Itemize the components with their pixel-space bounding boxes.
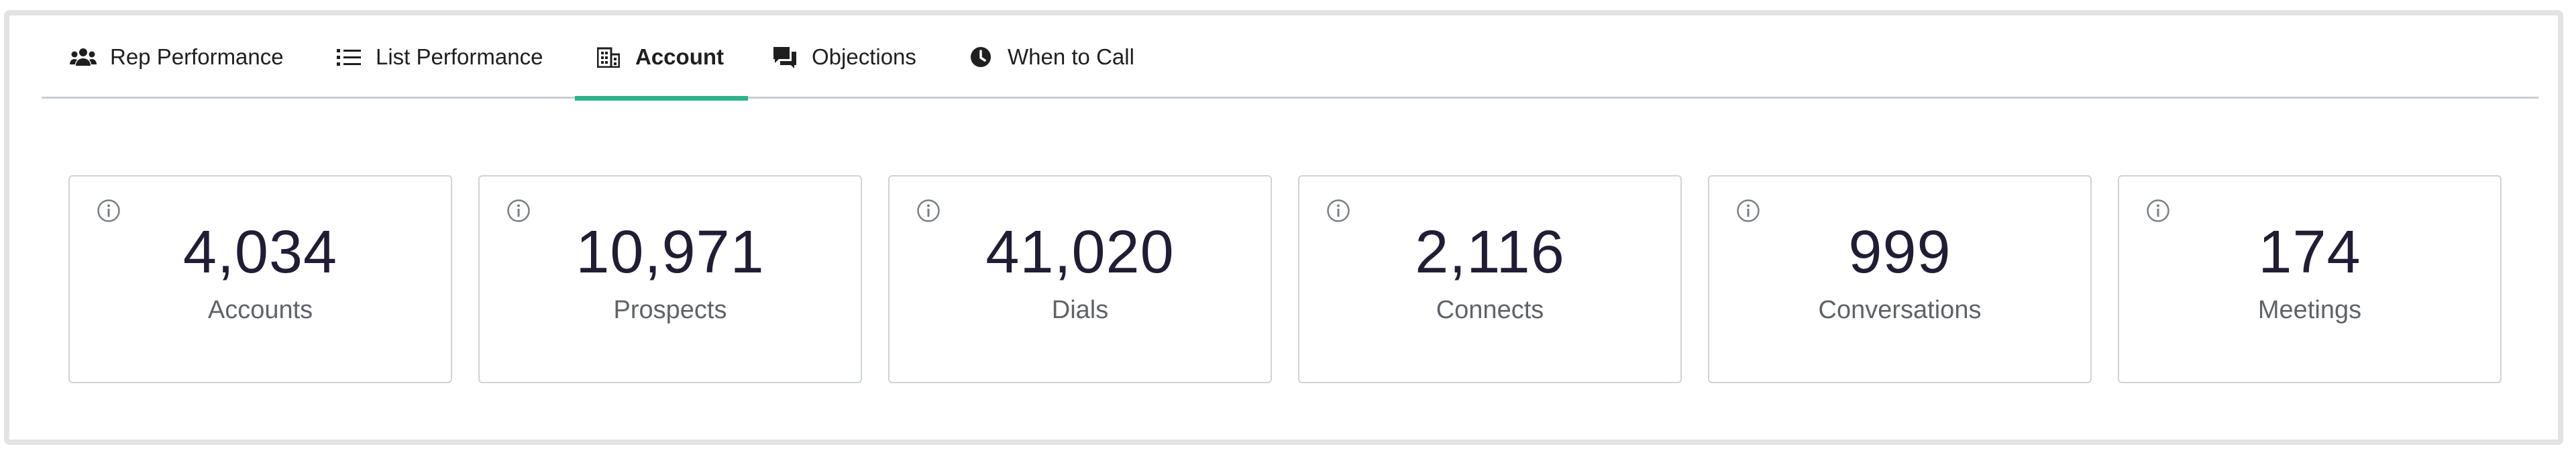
stat-value: 174 <box>2258 219 2361 286</box>
dashboard-panel: Rep Performance List Performance Account… <box>4 10 2563 445</box>
stat-value: 2,116 <box>1415 219 1565 286</box>
stat-label: Prospects <box>613 296 727 324</box>
chat-icon <box>771 44 798 70</box>
list-icon <box>335 44 362 70</box>
stat-value: 10,971 <box>576 219 765 286</box>
stat-value: 41,020 <box>985 219 1175 286</box>
tab-account[interactable]: Account <box>575 15 748 101</box>
clock-icon <box>967 44 994 70</box>
stat-card-meetings: 174 Meetings <box>2118 175 2502 383</box>
tab-when-to-call[interactable]: When to Call <box>967 15 1134 99</box>
stat-card-dials: 41,020 Dials <box>888 175 1272 383</box>
stat-label: Dials <box>1051 296 1109 324</box>
tab-label: List Performance <box>376 44 543 69</box>
tab-label: When to Call <box>1008 44 1134 69</box>
users-icon <box>70 44 97 70</box>
stat-label: Accounts <box>207 296 313 324</box>
tab-label: Objections <box>812 44 916 69</box>
stat-value: 999 <box>1848 219 1951 286</box>
tab-label: Rep Performance <box>110 44 284 69</box>
tab-list-performance[interactable]: List Performance <box>335 15 543 99</box>
stat-label: Meetings <box>2257 296 2362 324</box>
stat-label: Connects <box>1436 296 1544 324</box>
stat-card-conversations: 999 Conversations <box>1708 175 2092 383</box>
tab-rep-performance[interactable]: Rep Performance <box>70 15 284 99</box>
stat-card-accounts: 4,034 Accounts <box>68 175 452 383</box>
tab-objections[interactable]: Objections <box>771 15 916 99</box>
tab-label: Account <box>635 44 724 69</box>
building-icon <box>595 44 622 70</box>
stat-value: 4,034 <box>182 219 338 286</box>
stat-label: Conversations <box>1818 296 1982 324</box>
stat-card-prospects: 10,971 Prospects <box>478 175 862 383</box>
tab-bar: Rep Performance List Performance Account… <box>42 15 2538 101</box>
stat-card-connects: 2,116 Connects <box>1298 175 1682 383</box>
